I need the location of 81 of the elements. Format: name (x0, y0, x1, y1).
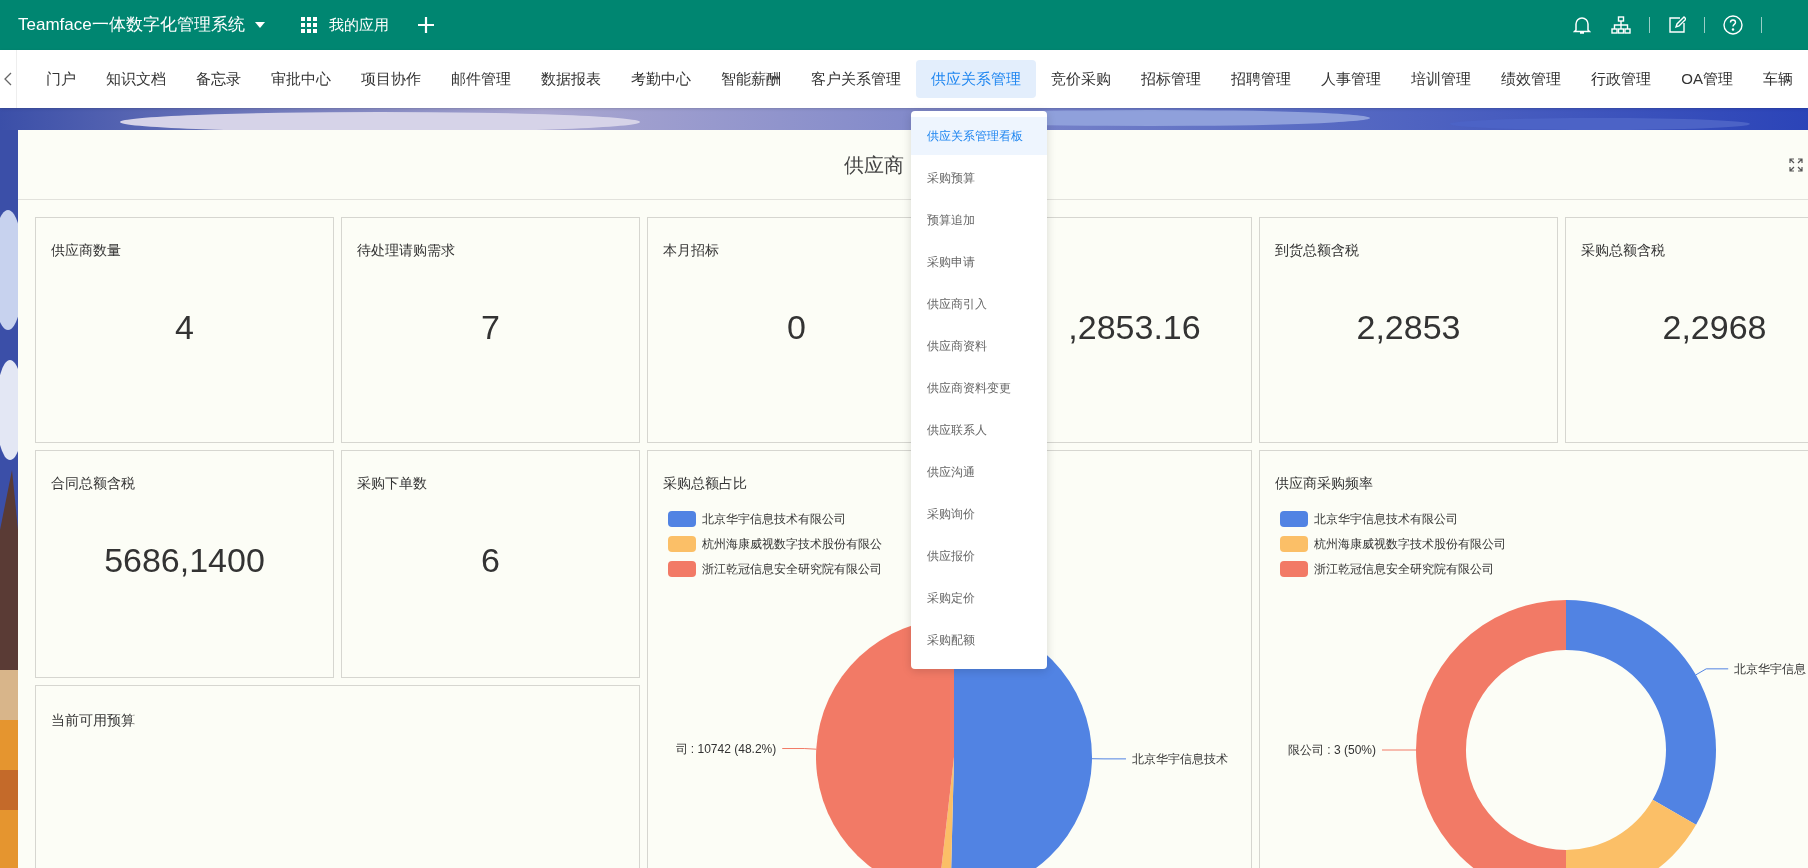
leader-line (1695, 668, 1729, 676)
nav-tab[interactable]: 知识文档 (91, 59, 182, 99)
nav-tab[interactable]: 人事管理 (1306, 59, 1397, 99)
legend-label[interactable]: 浙江乾冠信息安全研究院有限公司 (702, 560, 882, 578)
legend-swatch[interactable] (1280, 511, 1308, 527)
stat-value: 4 (175, 307, 194, 348)
nav-tab[interactable]: 数据报表 (526, 59, 617, 99)
chevron-left-icon[interactable] (4, 72, 13, 86)
org-chart-icon[interactable] (1611, 16, 1631, 34)
menu-item[interactable]: 供应商资料变更 (911, 369, 1047, 407)
menu-item[interactable]: 采购预算 (911, 159, 1047, 197)
legend-label[interactable]: 杭州海康威视数字技术股份有限公 (702, 535, 882, 553)
legend-swatch[interactable] (1280, 561, 1308, 577)
nav-tab[interactable]: 招标管理 (1126, 59, 1217, 99)
legend-swatch[interactable] (668, 536, 696, 552)
stat-label: 合同总额含税 (51, 474, 136, 493)
nav-tab[interactable]: 审批中心 (256, 59, 347, 99)
app-title[interactable]: Teamface一体数字化管理系统 (18, 12, 245, 38)
menu-item[interactable]: 供应联系人 (911, 411, 1047, 449)
slice-label: 北京华宇信息 (1734, 661, 1807, 676)
legend-swatch[interactable] (668, 561, 696, 577)
nav-tab[interactable]: 招聘管理 (1216, 59, 1307, 99)
legend-swatch[interactable] (1280, 536, 1308, 552)
nav-tab[interactable]: OA管理 (1666, 59, 1748, 99)
menu-item[interactable]: 采购询价 (911, 495, 1047, 533)
nav-tab[interactable]: 门户 (31, 59, 92, 99)
stat-value: 2,2968 (1662, 307, 1767, 348)
menu-item[interactable]: 预算追加 (911, 201, 1047, 239)
dashboard-title: 供应商 (844, 152, 904, 178)
edit-icon[interactable] (1668, 16, 1686, 34)
menu-item[interactable]: 采购配额 (911, 621, 1047, 659)
legend-label[interactable]: 浙江乾冠信息安全研究院有限公司 (1314, 560, 1494, 578)
stat-label: 本月招标 (663, 241, 720, 260)
my-apps-link[interactable]: 我的应用 (328, 13, 389, 37)
nav-tab[interactable]: 客户关系管理 (796, 59, 917, 99)
leader-line (781, 748, 817, 750)
menu-item[interactable]: 采购申请 (911, 243, 1047, 281)
stat-value: 7 (481, 307, 500, 348)
leader-line (1091, 758, 1127, 760)
nav-tab[interactable]: 培训管理 (1396, 59, 1487, 99)
stat-label: 待处理请购需求 (357, 241, 456, 260)
menu-item[interactable]: 供应沟通 (911, 453, 1047, 491)
chart-title: 供应商采购频率 (1274, 474, 1374, 493)
stat-value: ,2853.16 (1068, 307, 1201, 348)
legend-swatch[interactable] (668, 511, 696, 527)
stat-label: 到货总额含税 (1275, 241, 1360, 260)
nav-tab[interactable]: 行政管理 (1576, 59, 1667, 99)
stat-value: 6 (481, 540, 500, 581)
stat-label: 采购下单数 (357, 474, 428, 493)
legend-label[interactable]: 北京华宇信息技术有限公司 (1314, 510, 1458, 528)
legend-label[interactable]: 北京华宇信息技术有限公司 (702, 510, 846, 528)
card-title: 当前可用预算 (51, 712, 135, 728)
stat-label: 采购总额含税 (1581, 241, 1666, 260)
slice-label: 限公司 : 3 (50%) (1287, 743, 1376, 757)
nav-tab[interactable]: 绩效管理 (1486, 59, 1577, 99)
plus-icon[interactable] (416, 16, 435, 34)
legend-label[interactable]: 杭州海康威视数字技术股份有限公司 (1314, 535, 1506, 553)
grid-icon[interactable] (300, 17, 317, 33)
stat-value: 0 (787, 307, 806, 348)
bell-icon[interactable] (1573, 15, 1591, 35)
menu-item[interactable]: 采购定价 (911, 579, 1047, 617)
slice-label: 北京华宇信息技术 (1132, 751, 1228, 766)
nav-tab[interactable]: 邮件管理 (436, 59, 527, 99)
nav-tab[interactable]: 项目协作 (346, 59, 437, 99)
menu-item[interactable]: 供应报价 (911, 537, 1047, 575)
stat-value: 5686,1400 (104, 540, 265, 581)
slice-label: 司 : 10742 (48.2%) (675, 741, 777, 756)
stat-value: 2,2853 (1356, 307, 1461, 348)
stat-label: 供应商数量 (51, 241, 122, 260)
nav-tab[interactable]: 智能薪酬 (706, 59, 797, 99)
help-icon[interactable] (1723, 15, 1743, 35)
nav-tab[interactable]: 车辆 (1748, 59, 1808, 99)
fullscreen-icon[interactable] (1789, 157, 1803, 172)
nav-tab[interactable]: 竞价采购 (1036, 59, 1127, 99)
menu-item[interactable]: 供应商引入 (911, 285, 1047, 323)
chart-title: 采购总额占比 (662, 474, 748, 493)
menu-item[interactable]: 供应商资料 (911, 327, 1047, 365)
caret-icon[interactable] (254, 22, 265, 28)
nav-tab[interactable]: 考勤中心 (616, 59, 707, 99)
leader-line (1381, 749, 1417, 751)
nav-tab[interactable]: 备忘录 (181, 59, 257, 99)
